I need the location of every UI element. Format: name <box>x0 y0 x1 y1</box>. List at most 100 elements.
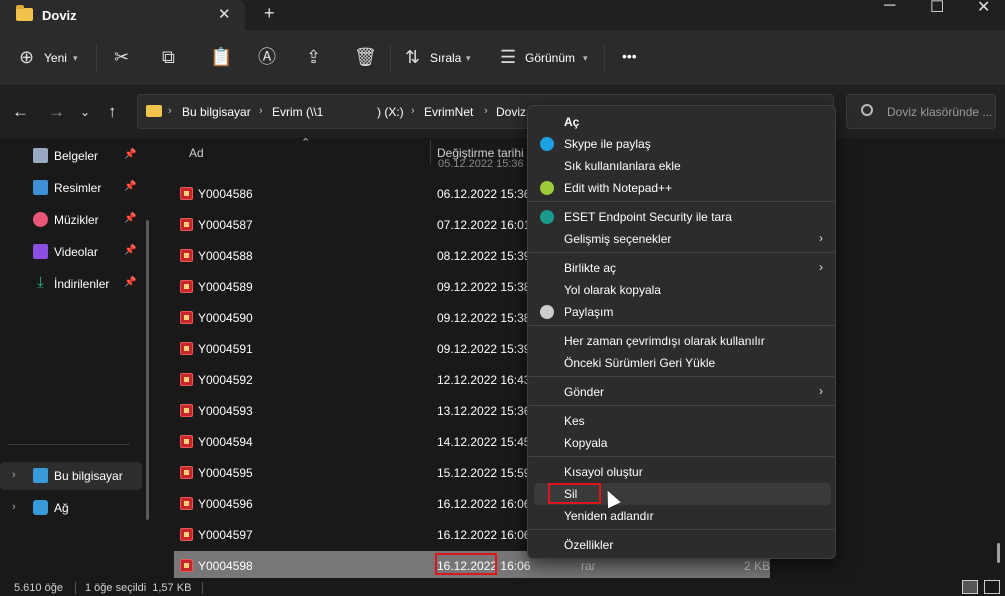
breadcrumb-drive[interactable]: Evrim (\\1 <box>272 105 323 119</box>
sidebar-item-indirilenler[interactable]: ⤓ İndirilenler 📌 <box>0 270 142 298</box>
maximize-button[interactable]: ☐ <box>930 0 944 17</box>
rar-archive-icon <box>180 249 193 262</box>
sidebar-item-label: Ağ <box>54 501 69 515</box>
copy-icon[interactable]: ⧉ <box>162 47 175 67</box>
delete-icon[interactable]: 🗑 <box>354 47 377 67</box>
menu-item-geli-mi-se-enekler[interactable]: Gelişmiş seçenekler › <box>534 228 831 250</box>
view-button[interactable]: Görünüm <box>525 51 575 65</box>
sidebar-item-videolar[interactable]: Videolar 📌 <box>0 238 142 266</box>
tab-close-icon[interactable]: ✕ <box>218 5 231 23</box>
menu-item-payla-m[interactable]: Paylaşım <box>534 301 831 323</box>
menu-item-label: Birlikte aç <box>564 261 617 275</box>
menu-separator <box>529 376 834 377</box>
menu-item-g-nder[interactable]: Gönder › <box>534 381 831 403</box>
sort-button[interactable]: Sırala <box>430 51 461 65</box>
breadcrumb-doviz[interactable]: Doviz <box>496 105 526 119</box>
context-menu: Aç Skype ile paylaş Sık kullanılanlara ekl… <box>527 105 836 559</box>
network-icon <box>33 500 48 515</box>
sidebar-item-network[interactable]: › Ağ <box>0 494 142 522</box>
cut-icon[interactable]: ✂ <box>114 47 129 67</box>
menu-item-s-k-kullan-lanlara-ekle[interactable]: Sık kullanılanlara ekle <box>534 155 831 177</box>
menu-item-birlikte-a[interactable]: Birlikte aç › <box>534 257 831 279</box>
details-view-icon[interactable] <box>962 580 978 594</box>
menu-item-label: Yeniden adlandır <box>564 509 654 523</box>
menu-item-skype-ile-payla[interactable]: Skype ile paylaş <box>534 133 831 155</box>
new-plus-icon: ⊕ <box>19 47 35 67</box>
file-list-scrollbar[interactable] <box>997 543 1000 563</box>
recent-locations-chevron-icon[interactable]: ⌄ <box>80 105 90 119</box>
pin-icon: 📌 <box>124 149 137 160</box>
up-arrow-icon[interactable]: ↑ <box>108 102 117 122</box>
menu-item-edit-with-notepad[interactable]: Edit with Notepad++ <box>534 177 831 199</box>
pin-icon: 📌 <box>124 213 137 224</box>
computer-icon <box>33 468 48 483</box>
more-options-button[interactable]: ••• <box>622 48 637 64</box>
share-icon[interactable]: ⇪ <box>306 47 321 67</box>
file-date: 16.12.2022 16:06 <box>437 528 531 542</box>
sidebar-item-belgeler[interactable]: Belgeler 📌 <box>0 142 142 170</box>
file-date: 16.12.2022 16:06 <box>437 497 531 511</box>
close-window-button[interactable]: ✕ <box>977 0 990 17</box>
rar-archive-icon <box>180 218 193 231</box>
breadcrumb-evrimnet[interactable]: EvrimNet <box>424 105 473 119</box>
file-name: Y0004588 <box>198 249 253 263</box>
menu-item-yol-olarak-kopyala[interactable]: Yol olarak kopyala <box>534 279 831 301</box>
command-bar: ⊕ Yeni ▾ ✂ ⧉ 📋 Ⓐ ⇪ 🗑 ⇅ Sırala ▾ ☰ Görünü… <box>0 30 1005 86</box>
chevron-right-icon: › <box>168 105 172 117</box>
paste-icon[interactable]: 📋 <box>210 47 232 67</box>
new-button[interactable]: Yeni <box>44 51 67 65</box>
folder-icon <box>146 105 162 117</box>
rar-archive-icon <box>180 373 193 386</box>
column-header-name[interactable]: Ad <box>189 146 204 160</box>
search-icon <box>861 104 873 116</box>
menu-item-yeniden-adland-r[interactable]: Yeniden adlandır <box>534 505 831 527</box>
menu-item-nceki-s-r-mleri-geri-y-kle[interactable]: Önceki Sürümleri Geri Yükle <box>534 352 831 374</box>
pictures-icon <box>33 180 48 195</box>
sidebar-scrollbar[interactable] <box>146 220 149 520</box>
sidebar-item-muzikler[interactable]: Müzikler 📌 <box>0 206 142 234</box>
back-arrow-icon[interactable]: ← <box>12 102 29 122</box>
title-bar: Doviz ✕ + ─ ☐ ✕ <box>0 0 1005 30</box>
navigation-pane: Belgeler 📌 Resimler 📌 Müzikler 📌 Videola… <box>0 138 150 578</box>
rar-archive-icon <box>180 187 193 200</box>
rar-archive-icon <box>180 280 193 293</box>
column-divider[interactable] <box>430 140 431 164</box>
divider <box>96 44 97 72</box>
file-name: Y0004596 <box>198 497 253 511</box>
rename-icon[interactable]: Ⓐ <box>258 47 276 67</box>
chevron-right-icon[interactable]: › <box>12 501 16 513</box>
file-name: Y0004587 <box>198 218 253 232</box>
menu-item-a[interactable]: Aç <box>534 111 831 133</box>
highlight-box <box>548 483 601 504</box>
file-date: 06.12.2022 15:36 <box>437 187 531 201</box>
sidebar-item-resimler[interactable]: Resimler 📌 <box>0 174 142 202</box>
sidebar-item-this-pc[interactable]: › Bu bilgisayar <box>0 462 142 490</box>
file-date: 13.12.2022 15:36 <box>437 404 531 418</box>
file-date: 09.12.2022 15:39 <box>437 342 531 356</box>
menu-separator <box>529 456 834 457</box>
menu-item-her-zaman-evrimd-olarak-kullan-l-r[interactable]: Her zaman çevrimdışı olarak kullanılır <box>534 330 831 352</box>
menu-item-label: Skype ile paylaş <box>564 137 651 151</box>
tiles-view-icon[interactable] <box>984 580 1000 594</box>
menu-item-label: Kes <box>564 414 585 428</box>
file-size: 2 KB <box>744 559 771 573</box>
menu-item-zellikler[interactable]: Özellikler <box>534 534 831 556</box>
forward-arrow-icon[interactable]: → <box>48 102 65 122</box>
file-name: Y0004592 <box>198 373 253 387</box>
search-box[interactable]: Doviz klasöründe ... <box>846 94 996 129</box>
chevron-right-icon: › <box>819 260 823 274</box>
menu-item-eset-endpoint-security-ile-tara[interactable]: ESET Endpoint Security ile tara <box>534 206 831 228</box>
chevron-right-icon[interactable]: › <box>12 469 16 481</box>
divider <box>390 44 391 72</box>
menu-item-kopyala[interactable]: Kopyala <box>534 432 831 454</box>
menu-item-k-sayol-olu-tur[interactable]: Kısayol oluştur <box>534 461 831 483</box>
menu-separator <box>529 201 834 202</box>
breadcrumb-this-pc[interactable]: Bu bilgisayar <box>182 105 251 119</box>
menu-item-kes[interactable]: Kes <box>534 410 831 432</box>
divider <box>75 582 76 594</box>
partial-row-date: 05.12.2022 15:36 <box>438 158 524 170</box>
tab-doviz[interactable]: Doviz ✕ <box>0 0 245 30</box>
breadcrumb-drive-letter[interactable]: ) (X:) <box>377 105 404 119</box>
new-tab-button[interactable]: + <box>264 3 275 24</box>
minimize-button[interactable]: ─ <box>884 0 895 15</box>
